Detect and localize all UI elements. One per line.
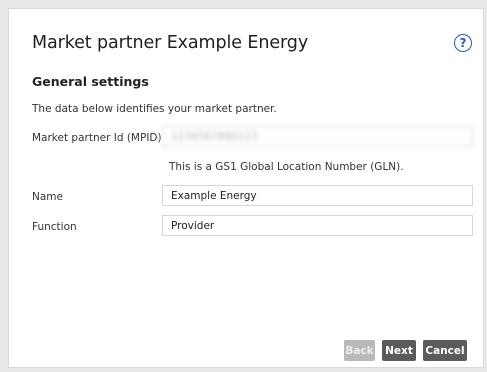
mpid-hint: This is a GS1 Global Location Number (GL… xyxy=(169,161,404,173)
back-button[interactable]: Back xyxy=(344,340,375,361)
function-input[interactable] xyxy=(162,215,473,236)
name-input[interactable] xyxy=(162,185,473,206)
intro-text: The data below identifies your market pa… xyxy=(32,103,277,115)
name-label: Name xyxy=(32,191,63,203)
cancel-button[interactable]: Cancel xyxy=(423,340,467,361)
mpid-label: Market partner Id (MPID) xyxy=(32,132,162,144)
function-label: Function xyxy=(32,221,77,233)
help-icon[interactable]: ? xyxy=(454,34,472,52)
section-title: General settings xyxy=(32,74,149,89)
dialog-title: Market partner Example Energy xyxy=(32,33,309,53)
market-partner-dialog: Market partner Example Energy ? General … xyxy=(8,8,484,368)
next-button[interactable]: Next xyxy=(382,340,416,361)
mpid-input[interactable] xyxy=(162,126,473,147)
